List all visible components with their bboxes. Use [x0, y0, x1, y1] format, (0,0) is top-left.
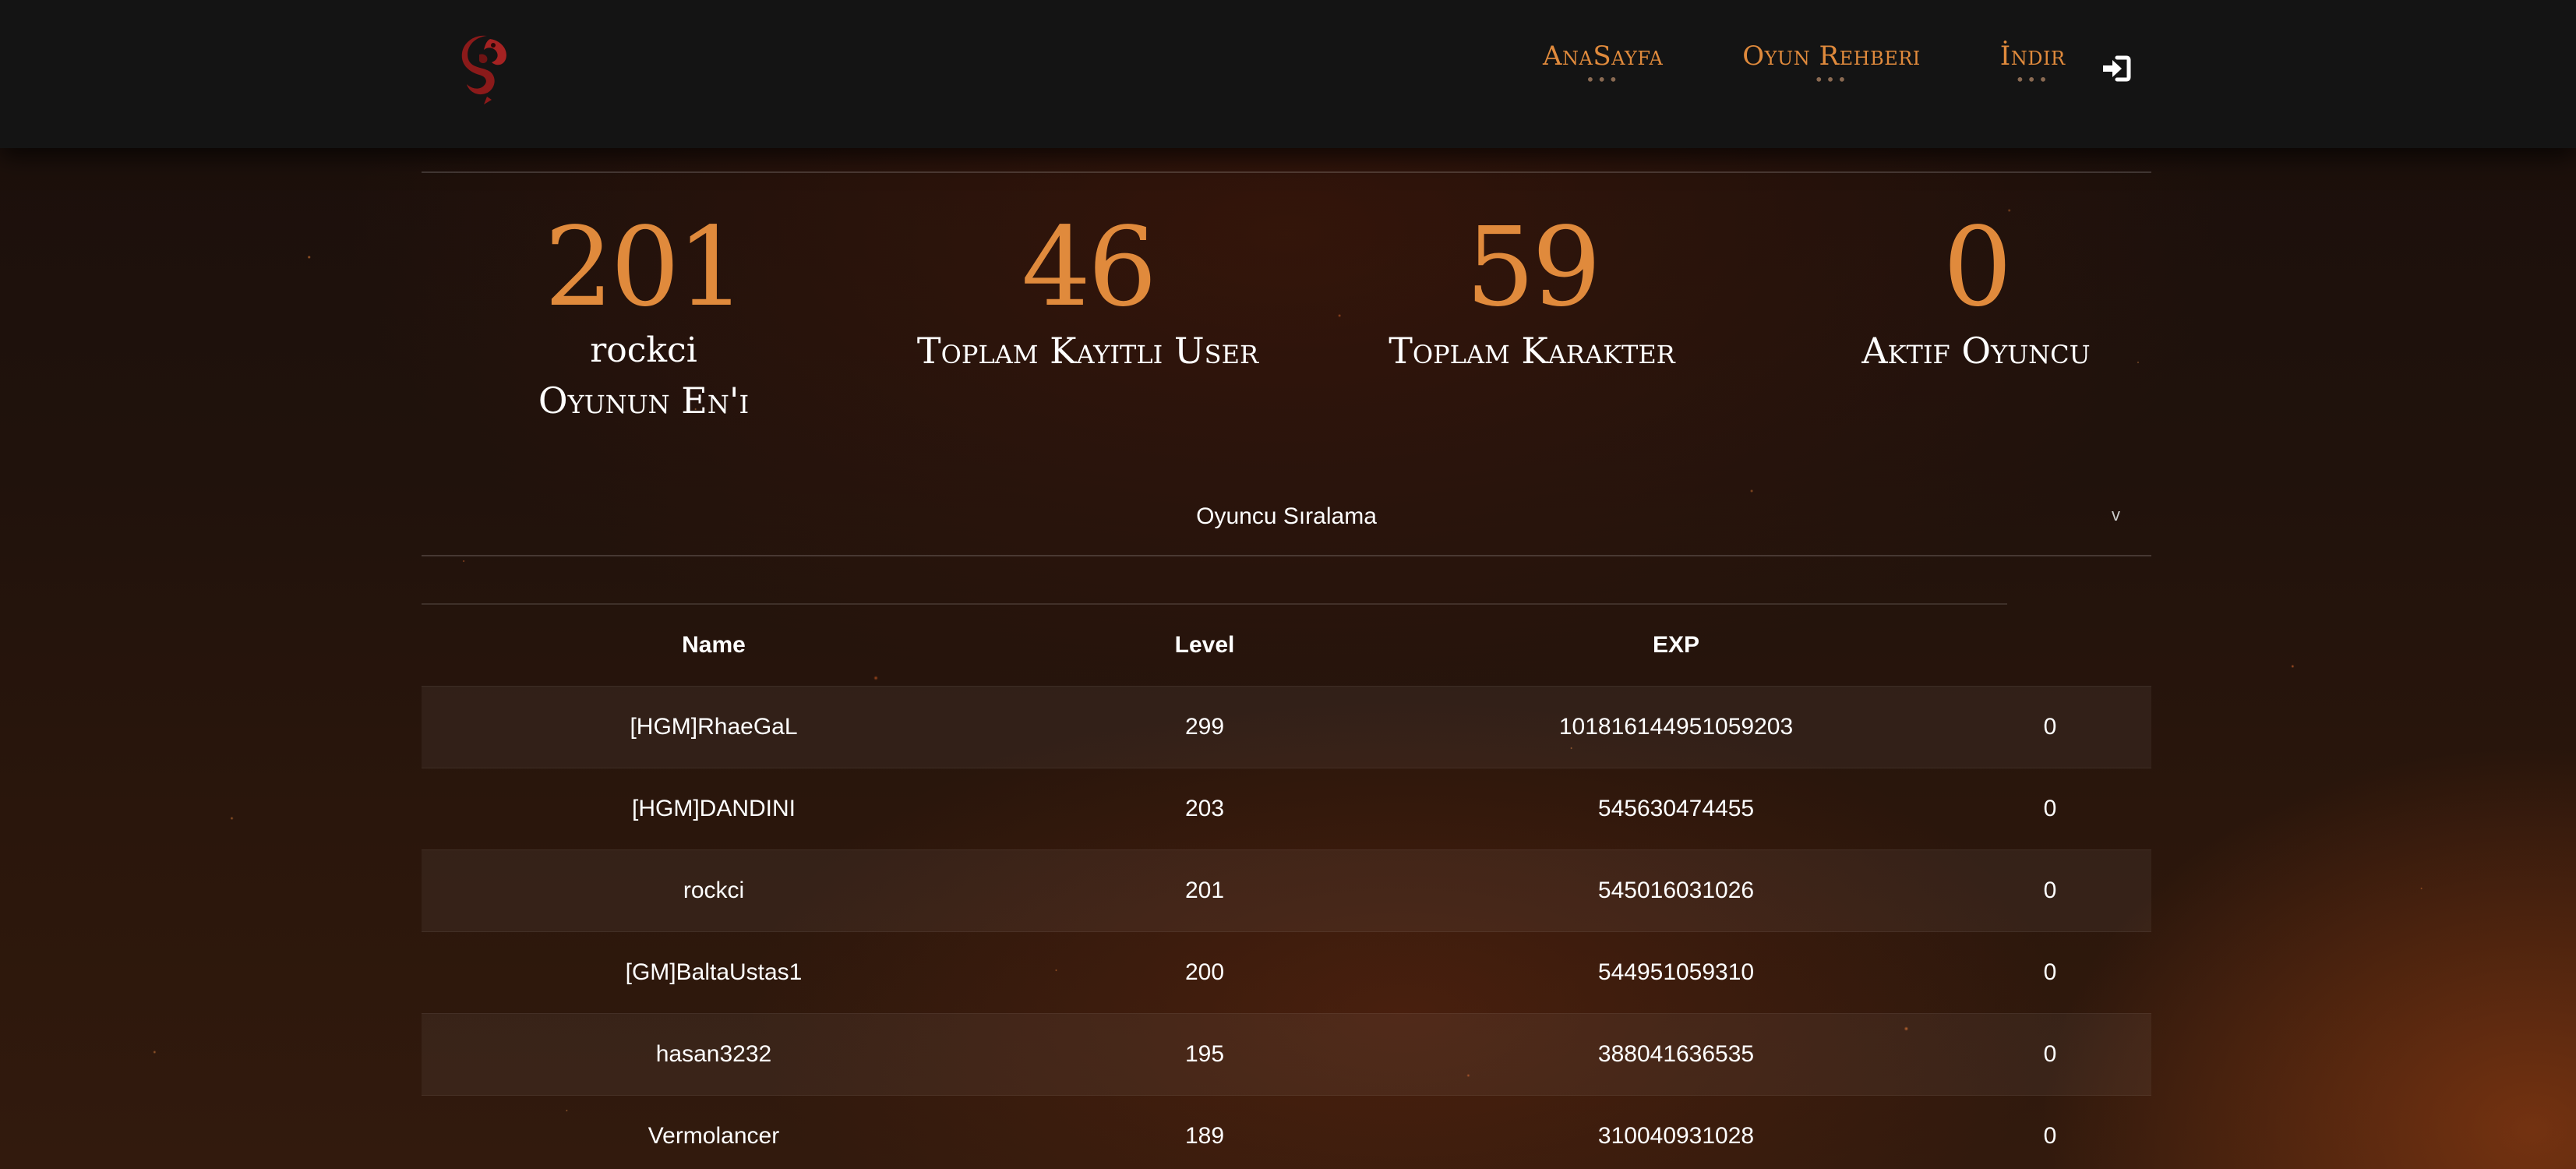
stat-number: 0 — [1943, 204, 2012, 331]
stat-label: Aktif Oyuncu — [1861, 330, 2091, 372]
stat-total-characters: 59 Toplam Karakter — [1310, 214, 1754, 373]
nav-oyun-rehberi[interactable]: Oyun Rehberi ••• — [1742, 41, 1921, 89]
table-row: rockci 201 545016031026 0 — [422, 849, 2151, 932]
stat-label: Oyunun En'i — [538, 380, 750, 422]
table-header: Name Level EXP — [422, 605, 2151, 686]
sign-in-icon[interactable] — [2100, 55, 2131, 83]
player-extra: 0 — [2043, 1123, 2057, 1149]
table-row: [GM]BaltaUstas1 200 544951059310 0 — [422, 932, 2151, 1013]
stat-number: 59 — [1465, 204, 1601, 331]
stat-number: 201 — [544, 204, 746, 331]
nav-anasayfa-label: AnaSayfa — [1543, 41, 1664, 72]
nav-oyun-rehberi-label: Oyun Rehberi — [1742, 41, 1921, 72]
nav-oyun-rehberi-dots: ••• — [1814, 70, 1849, 89]
site-header: AnaSayfa ••• Oyun Rehberi ••• İndir ••• — [0, 0, 2576, 148]
player-level: 299 — [1184, 714, 1225, 740]
player-extra: 0 — [2043, 714, 2057, 740]
player-exp: 388041636535 — [1597, 1041, 1755, 1067]
chevron-down-icon[interactable]: v — [2112, 505, 2120, 525]
player-name[interactable]: Vermolancer — [422, 1096, 1006, 1169]
stat-label: Toplam Karakter — [1389, 330, 1675, 372]
player-exp: 544951059310 — [1597, 959, 1755, 985]
table-row: [HGM]RhaeGaL 299 101816144951059203 0 — [422, 686, 2151, 768]
table-row: hasan3232 195 388041636535 0 — [422, 1013, 2151, 1096]
ranking-dropdown[interactable]: Oyuncu Sıralama v — [422, 469, 2151, 556]
player-level: 189 — [1184, 1123, 1225, 1149]
nav-anasayfa[interactable]: AnaSayfa ••• — [1543, 41, 1664, 89]
player-exp: 545630474455 — [1597, 796, 1755, 821]
player-name[interactable]: hasan3232 — [422, 1014, 1006, 1095]
ranking-dropdown-label: Oyuncu Sıralama — [1196, 503, 1377, 529]
table-row: Vermolancer 189 310040931028 0 — [422, 1096, 2151, 1169]
ranking-table: Name Level EXP [HGM]RhaeGaL 299 10181614… — [422, 603, 2151, 1169]
player-level: 201 — [1184, 878, 1225, 903]
player-exp: 310040931028 — [1597, 1123, 1755, 1149]
stat-registered-users: 46 Toplam Kayıtlı User — [866, 214, 1310, 373]
nav-indir-dots: ••• — [2015, 70, 2050, 89]
player-exp: 101816144951059203 — [1558, 714, 1794, 740]
player-level: 200 — [1184, 959, 1225, 985]
nav-indir[interactable]: İndir ••• — [1999, 41, 2066, 89]
player-level: 195 — [1184, 1041, 1225, 1067]
main-nav: AnaSayfa ••• Oyun Rehberi ••• İndir ••• — [1543, 41, 2145, 89]
player-name[interactable]: rockci — [422, 850, 1006, 931]
page: AnaSayfa ••• Oyun Rehberi ••• İndir ••• … — [0, 0, 2576, 1169]
player-extra: 0 — [2043, 796, 2057, 821]
stat-top-player: 201 rockci Oyunun En'i — [422, 214, 866, 422]
player-exp: 545016031026 — [1597, 878, 1755, 903]
column-header-name[interactable]: Name — [422, 605, 1006, 686]
column-header-exp[interactable]: EXP — [1497, 605, 1855, 686]
stat-number: 46 — [1021, 204, 1157, 331]
player-extra: 0 — [2043, 959, 2057, 985]
nav-indir-label: İndir — [1999, 41, 2066, 72]
stats-row: 201 rockci Oyunun En'i 46 Toplam Kayıtlı… — [422, 173, 2151, 469]
player-level: 203 — [1184, 796, 1225, 821]
player-extra: 0 — [2043, 878, 2057, 903]
stat-label: Toplam Kayıtlı User — [916, 330, 1259, 372]
player-name[interactable]: [GM]BaltaUstas1 — [422, 932, 1006, 1013]
player-extra: 0 — [2043, 1041, 2057, 1067]
column-header-level[interactable]: Level — [1092, 605, 1318, 686]
player-name[interactable]: [HGM]DANDINI — [422, 768, 1006, 849]
table-row: [HGM]DANDINI 203 545630474455 0 — [422, 768, 2151, 849]
nav-anasayfa-dots: ••• — [1585, 70, 1621, 89]
dragon-logo-icon[interactable] — [456, 31, 518, 106]
main-content: 201 rockci Oyunun En'i 46 Toplam Kayıtlı… — [422, 171, 2151, 1169]
player-name[interactable]: [HGM]RhaeGaL — [422, 687, 1006, 768]
stat-player-name: rockci — [590, 330, 697, 370]
stat-active-players: 0 Aktif Oyuncu — [1754, 214, 2198, 373]
